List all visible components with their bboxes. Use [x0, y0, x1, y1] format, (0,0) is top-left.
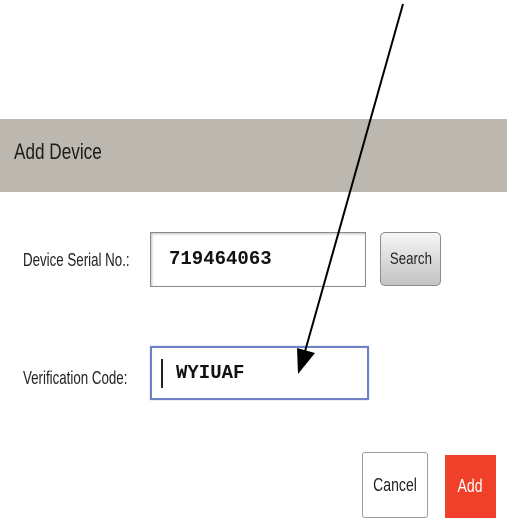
serial-number-label: Device Serial No.:: [23, 250, 130, 270]
verification-code-value: WYIUAF: [176, 361, 245, 384]
serial-number-value: 719464063: [169, 248, 272, 270]
verification-code-label: Verification Code:: [23, 368, 128, 388]
search-button[interactable]: Search: [380, 232, 441, 286]
search-button-label: Search: [389, 249, 432, 268]
cancel-button-label: Cancel: [373, 474, 417, 495]
add-button-label: Add: [458, 476, 483, 496]
dialog-title: Add Device: [14, 139, 102, 164]
serial-number-input[interactable]: 719464063: [150, 232, 366, 287]
verification-code-input[interactable]: WYIUAF: [150, 346, 369, 400]
text-cursor: [161, 359, 163, 388]
cancel-button[interactable]: Cancel: [362, 452, 428, 518]
add-button[interactable]: Add: [445, 455, 496, 518]
